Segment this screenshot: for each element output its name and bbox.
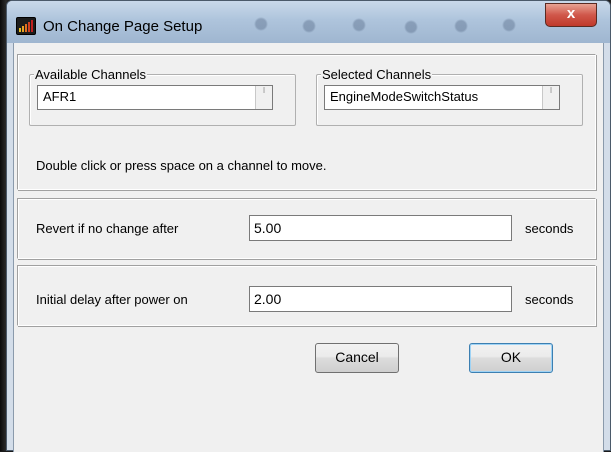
channels-panel: Available Channels AFR1 ⁝ Selected Chann…	[17, 54, 596, 190]
window-title: On Change Page Setup	[43, 18, 203, 35]
cancel-button[interactable]: Cancel	[315, 343, 399, 373]
dialog-window: On Change Page Setup x Available Channel…	[6, 0, 611, 452]
title-bar-decoration	[247, 11, 577, 37]
selected-channels-list[interactable]: EngineModeSwitchStatus ⁝	[324, 85, 560, 110]
revert-label: Revert if no change after	[36, 221, 179, 236]
revert-seconds-input[interactable]	[249, 215, 512, 241]
selected-channels-label: Selected Channels	[321, 67, 433, 82]
revert-unit-label: seconds	[525, 221, 574, 236]
initial-delay-panel: Initial delay after power on seconds	[17, 265, 596, 326]
channel-move-hint: Double click or press space on a channel…	[36, 158, 327, 173]
available-channel-item[interactable]: AFR1	[43, 89, 76, 104]
close-icon: x	[566, 5, 576, 22]
close-button[interactable]: x	[545, 3, 597, 27]
scroll-arrows-icon: ⁝	[262, 86, 266, 95]
ok-button[interactable]: OK	[469, 343, 553, 373]
available-channels-group: Available Channels AFR1 ⁝	[29, 67, 296, 126]
revert-panel: Revert if no change after seconds	[17, 198, 596, 259]
scroll-arrows-icon: ⁝	[549, 86, 553, 95]
available-channels-label: Available Channels	[34, 67, 148, 82]
selected-channels-scrollbar[interactable]: ⁝	[542, 86, 559, 109]
title-bar[interactable]: On Change Page Setup x	[7, 1, 610, 43]
available-channels-list[interactable]: AFR1 ⁝	[37, 85, 273, 110]
selected-channels-group: Selected Channels EngineModeSwitchStatus…	[316, 67, 583, 126]
available-channels-scrollbar[interactable]: ⁝	[255, 86, 272, 109]
dialog-client-area: Available Channels AFR1 ⁝ Selected Chann…	[13, 43, 604, 452]
selected-channel-item[interactable]: EngineModeSwitchStatus	[330, 89, 478, 104]
initial-delay-label: Initial delay after power on	[36, 292, 188, 307]
initial-delay-unit-label: seconds	[525, 292, 574, 307]
initial-delay-seconds-input[interactable]	[249, 286, 512, 312]
bar-chart-app-icon	[16, 17, 36, 35]
